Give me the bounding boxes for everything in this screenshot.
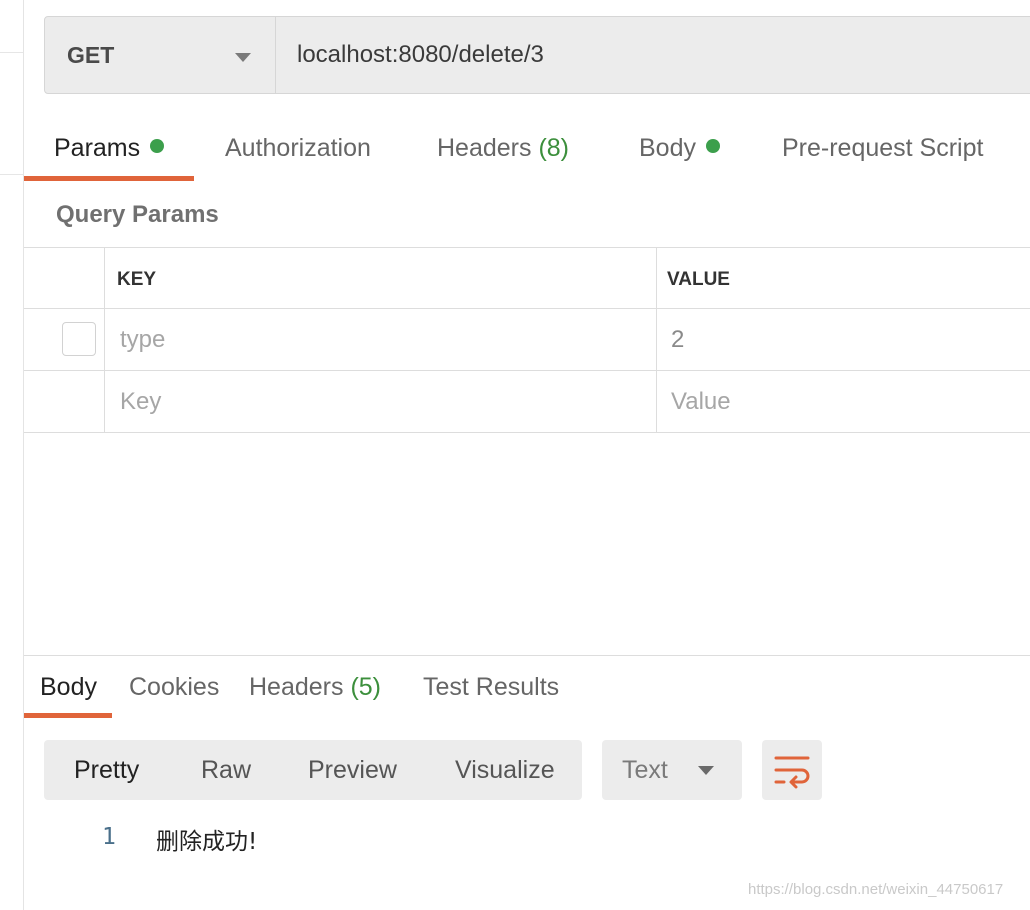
tab-headers[interactable]: Headers (8): [437, 134, 569, 163]
response-tab-headers[interactable]: Headers (5): [249, 673, 381, 702]
request-bar: GET localhost:8080/delete/3: [44, 16, 1030, 94]
tab-authorization[interactable]: Authorization: [225, 134, 371, 163]
param-key[interactable]: type: [120, 326, 165, 354]
section-title: Query Params: [56, 201, 219, 228]
active-tab-indicator: [24, 713, 112, 718]
tab-label: Test Results: [423, 673, 560, 701]
column-header-key: KEY: [117, 269, 157, 290]
tab-pre-request-script[interactable]: Pre-request Script: [782, 134, 983, 163]
wrap-lines-button[interactable]: [762, 740, 822, 800]
table-divider: [24, 247, 1030, 248]
response-divider: [24, 655, 1030, 656]
column-header-value: VALUE: [667, 269, 730, 290]
view-mode-group: Pretty Raw Preview Visualize: [44, 740, 582, 800]
tab-label: Params: [54, 134, 141, 162]
value-placeholder[interactable]: Value: [671, 388, 731, 416]
table-divider: [24, 370, 1030, 371]
tab-label: Body: [40, 673, 97, 701]
view-raw-button[interactable]: Raw: [201, 756, 251, 785]
active-tab-indicator: [24, 176, 194, 181]
chevron-down-icon: [235, 53, 251, 62]
chevron-down-icon: [698, 766, 714, 775]
line-number: 1: [102, 824, 116, 850]
view-preview-button[interactable]: Preview: [308, 756, 397, 785]
table-divider: [24, 308, 1030, 309]
watermark: https://blog.csdn.net/weixin_44750617: [748, 881, 1004, 898]
headers-count: (5): [350, 673, 382, 701]
method-select[interactable]: GET: [45, 17, 276, 93]
response-tab-cookies[interactable]: Cookies: [129, 673, 219, 702]
response-tab-test-results[interactable]: Test Results: [423, 673, 559, 702]
format-select[interactable]: Text: [602, 740, 742, 800]
wrap-lines-icon: [774, 756, 810, 789]
format-label: Text: [622, 756, 668, 784]
view-pretty-button[interactable]: Pretty: [74, 756, 139, 785]
response-body-text: 删除成功!: [156, 829, 258, 855]
tab-body[interactable]: Body: [639, 134, 720, 163]
method-label: GET: [67, 42, 115, 68]
view-visualize-button[interactable]: Visualize: [455, 756, 555, 785]
headers-count: (8): [538, 134, 570, 162]
table-divider: [24, 432, 1030, 433]
green-dot-icon: [705, 139, 720, 153]
tab-label: Headers: [249, 673, 344, 701]
green-dot-icon: [150, 139, 165, 153]
table-divider: [656, 247, 657, 433]
table-divider: [104, 247, 105, 433]
url-input[interactable]: localhost:8080/delete/3: [297, 41, 544, 69]
param-value[interactable]: 2: [671, 326, 684, 354]
sidebar-divider: [0, 52, 23, 53]
tab-label: Pre-request Script: [782, 134, 984, 162]
tab-params[interactable]: Params: [54, 134, 165, 163]
tab-label: Headers: [437, 134, 532, 162]
row-checkbox[interactable]: [62, 322, 96, 356]
response-tab-body[interactable]: Body: [40, 673, 97, 702]
tab-label: Cookies: [129, 673, 220, 701]
tab-label: Authorization: [225, 134, 371, 162]
tab-label: Body: [639, 134, 696, 162]
key-placeholder[interactable]: Key: [120, 388, 161, 416]
